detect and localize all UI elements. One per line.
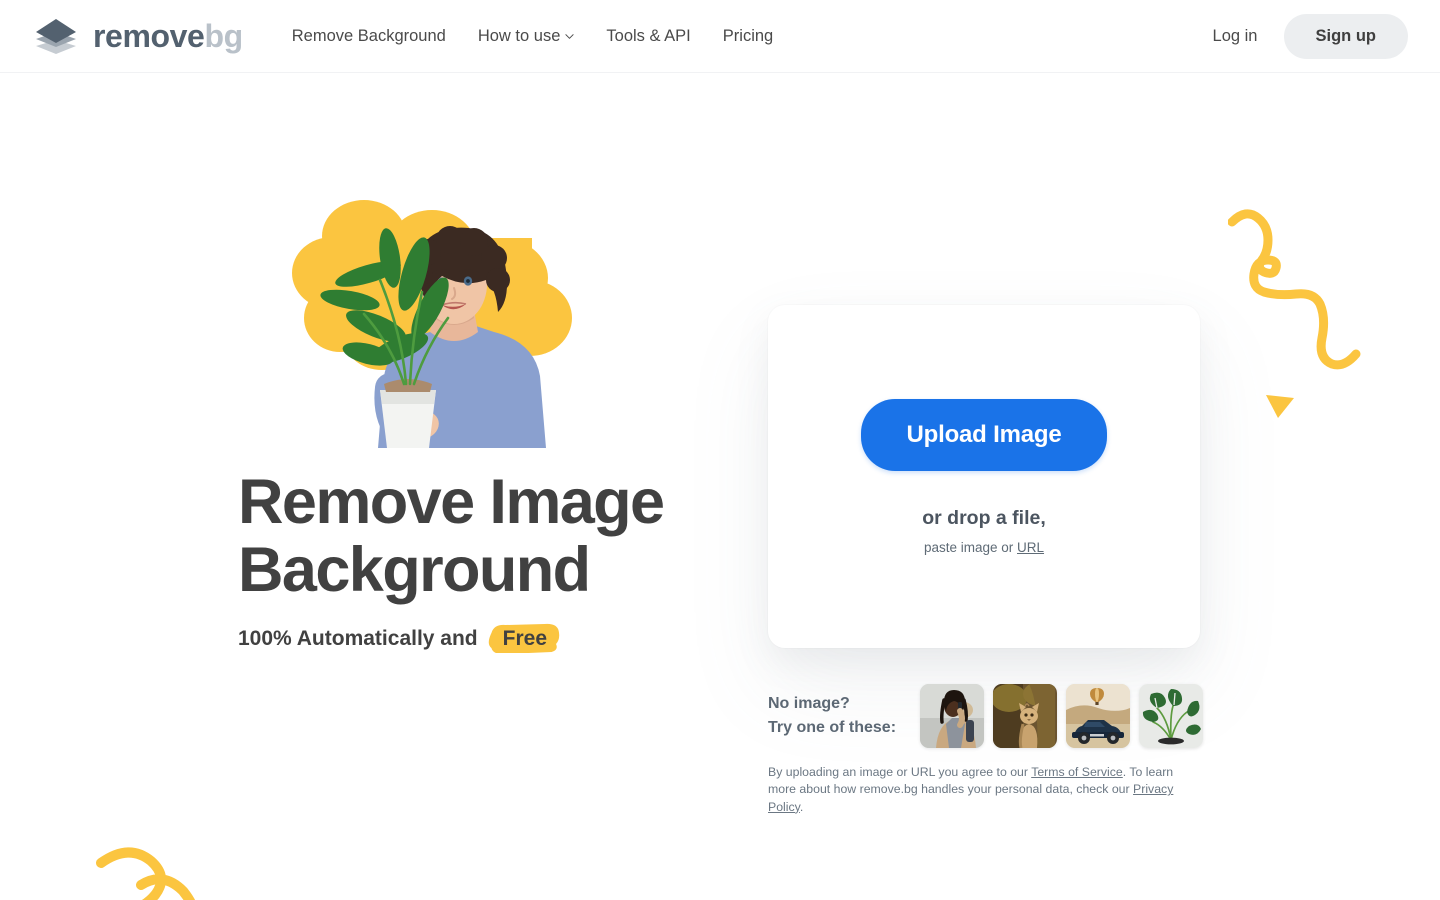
terms-of-service-link[interactable]: Terms of Service <box>1031 765 1123 779</box>
paste-hint-text: paste image or URL <box>924 540 1044 555</box>
paste-hint-prefix: paste image or <box>923 539 1018 555</box>
hero-image-man-with-plant <box>292 200 572 448</box>
main-navigation: Remove Background How to use Tools & API… <box>276 21 789 52</box>
layers-diamond-icon <box>36 19 76 54</box>
paste-url-link[interactable]: URL <box>1017 540 1044 555</box>
nav-item-remove-background[interactable]: Remove Background <box>276 21 462 52</box>
page-root: removebg Remove Background How to use To… <box>0 0 1440 900</box>
logo-wordmark: removebg <box>93 20 243 52</box>
nav-label: Tools & API <box>606 26 691 45</box>
sample-thumbnail-list <box>920 684 1203 748</box>
legal-disclaimer: By uploading an image or URL you agree t… <box>768 764 1202 816</box>
sample-thumb-person-phone[interactable] <box>920 684 984 748</box>
legal-text-part-1: By uploading an image or URL you agree t… <box>768 765 1032 779</box>
drop-file-text: or drop a file, <box>922 506 1046 529</box>
legal-text-part-3: . <box>799 799 804 814</box>
sample-thumb-cat[interactable] <box>993 684 1057 748</box>
yellow-squiggle-bottom-left-icon <box>96 847 196 900</box>
hero-subtitle-prefix: 100% Automatically and <box>238 627 478 650</box>
chevron-down-icon <box>565 33 574 39</box>
nav-item-tools-api[interactable]: Tools & API <box>590 21 706 52</box>
upload-image-button[interactable]: Upload Image <box>860 398 1108 471</box>
nav-label: Pricing <box>722 26 774 45</box>
signup-button[interactable]: Sign up <box>1283 13 1408 59</box>
logo[interactable]: removebg <box>32 16 243 56</box>
headline-line-2: Background <box>238 535 591 606</box>
sample-images-label: No image? Try one of these: <box>768 692 920 740</box>
free-label: Free <box>502 627 547 650</box>
free-highlight: Free <box>487 623 561 653</box>
headline-line-1: Remove Image <box>238 467 665 537</box>
header-actions: Log in Sign up <box>1209 13 1408 59</box>
sample-label-line-1: No image? <box>768 695 850 712</box>
hero-subtitle: 100% Automatically and Free <box>238 623 561 653</box>
login-link[interactable]: Log in <box>1209 21 1262 52</box>
hero-left-column: Remove Image Background 100% Automatical… <box>0 73 730 900</box>
sample-images-section: No image? Try one of these: <box>768 684 1203 748</box>
site-header: removebg Remove Background How to use To… <box>0 0 1440 73</box>
upload-dropzone-card[interactable]: Upload Image or drop a file, paste image… <box>768 305 1200 648</box>
logo-text-bg: bg <box>204 18 243 54</box>
yellow-squiggle-top-right-icon <box>1228 209 1361 370</box>
nav-item-pricing[interactable]: Pricing <box>707 21 789 52</box>
nav-item-how-to-use[interactable]: How to use <box>462 21 591 52</box>
nav-label: How to use <box>477 26 561 45</box>
sample-thumb-car[interactable] <box>1066 684 1130 748</box>
nav-label: Remove Background <box>291 26 446 45</box>
yellow-triangle-icon <box>1266 395 1294 418</box>
page-title: Remove Image Background <box>238 468 758 604</box>
sample-label-line-2: Try one of these: <box>768 719 897 736</box>
sample-thumb-plant[interactable] <box>1139 684 1203 748</box>
logo-text-remove: remove <box>93 18 205 54</box>
